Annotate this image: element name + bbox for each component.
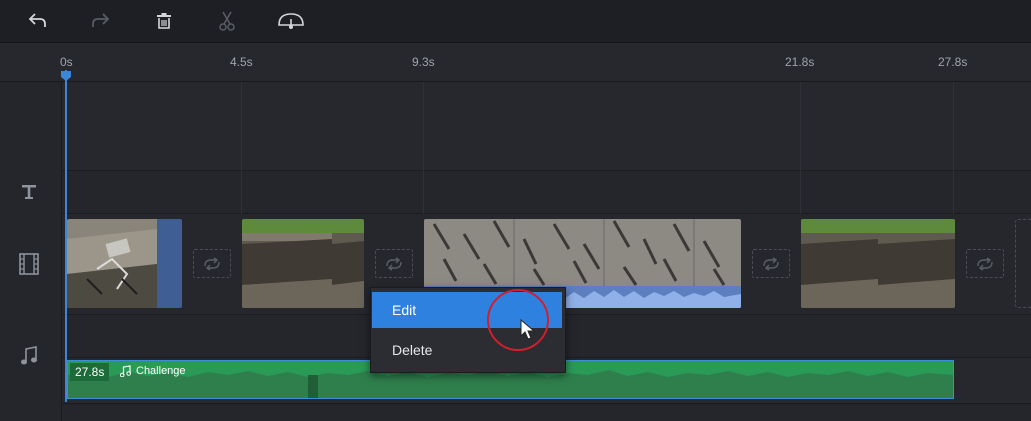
track-header-column	[0, 82, 62, 421]
toolbar	[0, 0, 1031, 43]
music-track-icon	[18, 345, 40, 367]
add-clip-placeholder[interactable]	[1015, 219, 1031, 308]
speed-button[interactable]	[276, 7, 306, 35]
split-button[interactable]	[213, 7, 241, 35]
clip-thumbnail	[242, 219, 332, 308]
clip-thumbnail	[67, 219, 157, 308]
text-track-icon	[18, 181, 40, 203]
transition-icon	[763, 256, 779, 271]
undo-button[interactable]	[24, 7, 52, 35]
ruler-tick-label: 4.5s	[230, 55, 253, 69]
redo-icon	[92, 13, 110, 27]
transition-slot[interactable]	[752, 249, 790, 278]
trash-icon	[157, 13, 171, 29]
clip-thumbnail	[878, 219, 955, 308]
playhead-handle[interactable]	[61, 71, 71, 81]
ruler-gridline	[423, 82, 424, 214]
music-note-icon	[120, 365, 131, 377]
ruler-gridline	[953, 82, 954, 214]
transition-slot[interactable]	[193, 249, 231, 278]
ruler-tick-label: 21.8s	[785, 55, 815, 69]
click-highlight-ring	[487, 289, 549, 351]
transition-icon	[386, 256, 402, 271]
delete-button[interactable]	[150, 7, 178, 35]
transition-icon	[204, 256, 220, 271]
video-clip-1[interactable]	[67, 219, 182, 308]
ruler-tick-label: 9.3s	[412, 55, 435, 69]
ruler-gridline	[241, 82, 242, 214]
ruler-tick-label: 0s	[60, 55, 73, 69]
clip-thumbnail	[801, 219, 878, 308]
playhead[interactable]	[65, 70, 67, 402]
clip-selection-tail	[157, 219, 182, 308]
video-clip-4[interactable]	[801, 219, 955, 308]
timeline-ruler[interactable]: 0s 4.5s 9.3s 21.8s 27.8s	[0, 43, 1031, 82]
redo-button[interactable]	[86, 7, 114, 35]
music-title-group: Challenge	[120, 365, 186, 377]
transition-slot[interactable]	[966, 249, 1004, 278]
video-clip-2[interactable]	[242, 219, 364, 308]
scissors-icon	[219, 11, 235, 31]
film-track-icon	[18, 253, 40, 275]
mouse-cursor-icon	[520, 319, 536, 340]
music-title: Challenge	[136, 365, 186, 377]
music-duration: 27.8s	[70, 363, 110, 381]
speedometer-icon	[278, 13, 304, 29]
transition-icon	[977, 256, 993, 271]
overlay-track[interactable]	[62, 82, 1031, 171]
clip-thumbnail	[332, 219, 364, 308]
transition-slot[interactable]	[375, 249, 413, 278]
undo-icon	[28, 13, 46, 27]
ruler-gridline	[800, 82, 801, 214]
text-track[interactable]	[62, 171, 1031, 214]
ruler-tick-label: 27.8s	[938, 55, 968, 69]
